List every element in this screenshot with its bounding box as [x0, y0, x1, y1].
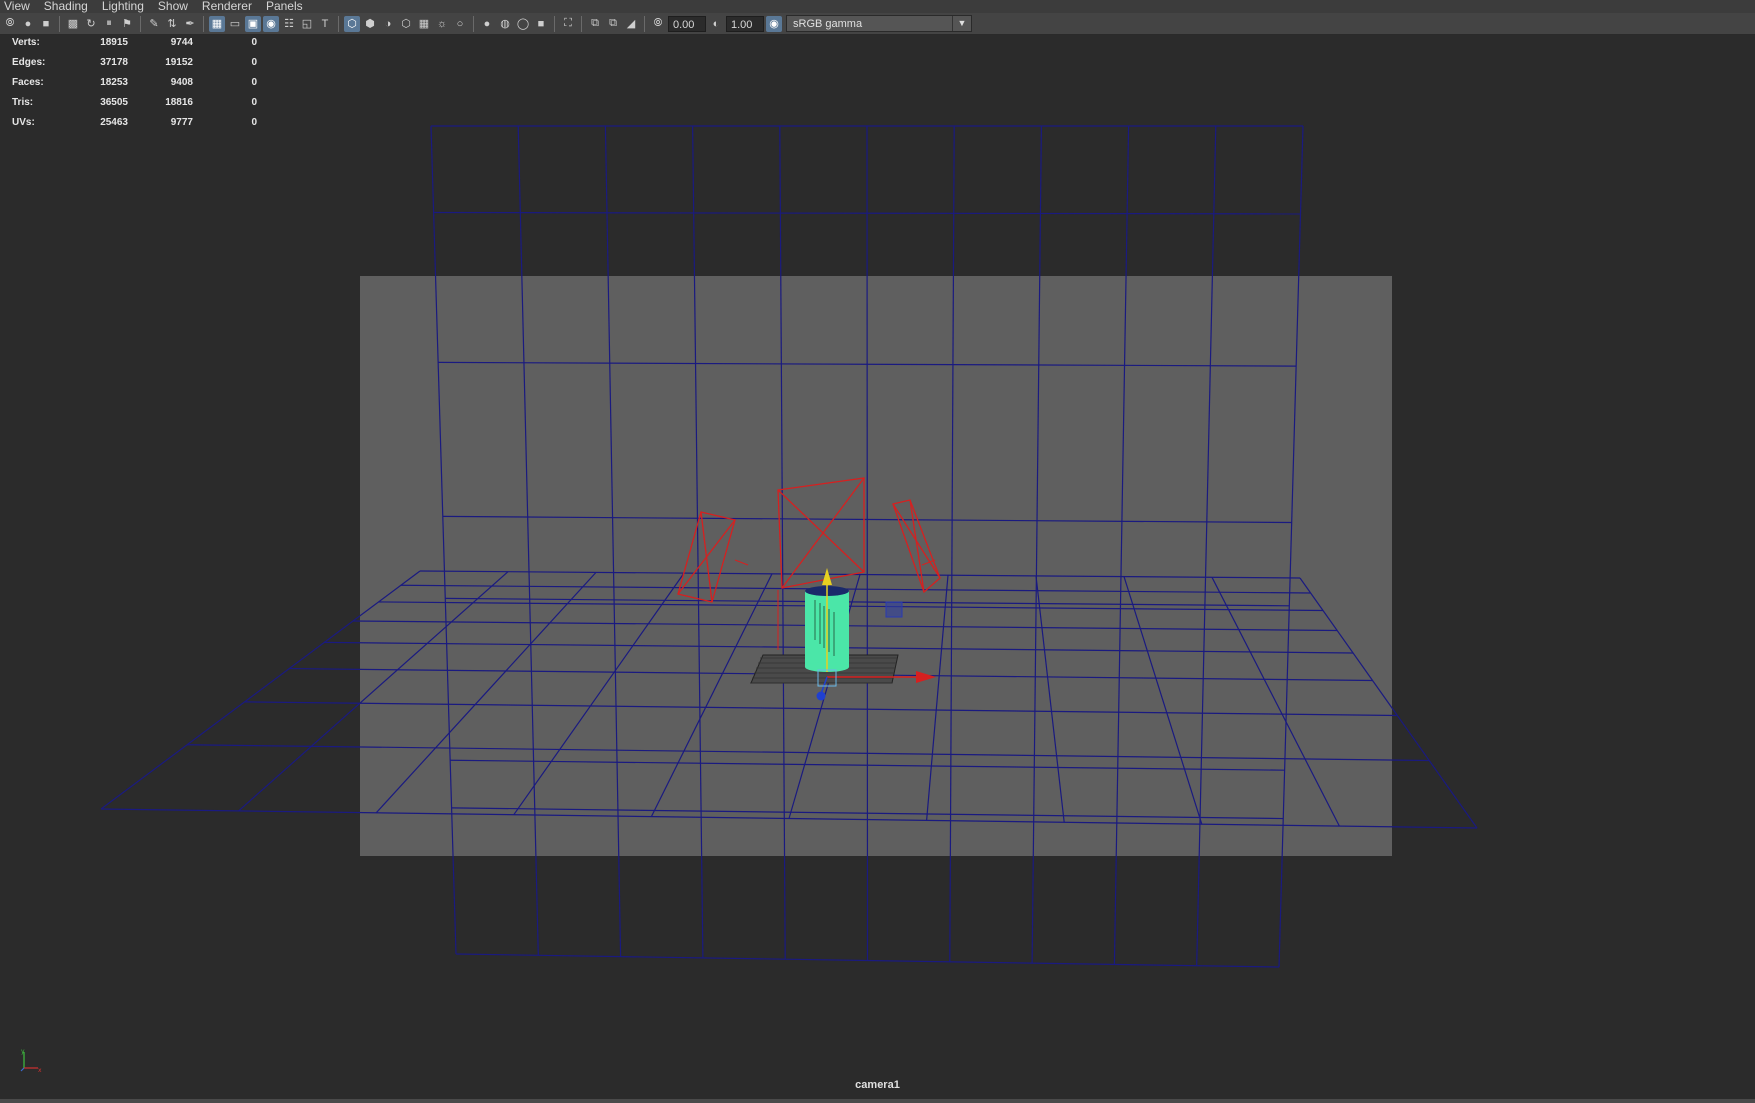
hud-label: Tris:	[12, 97, 34, 108]
svg-text:x: x	[38, 1067, 42, 1074]
locator-square	[885, 601, 903, 618]
wire-edge	[1278, 125, 1304, 968]
hud-row-tris: Tris: 36505 18816 0	[12, 96, 257, 116]
svg-text:y: y	[21, 1048, 25, 1055]
area-light-right	[892, 499, 941, 594]
manipulator-y-arrow	[822, 568, 832, 585]
wire-edge	[1031, 125, 1042, 964]
hud-value: 18816	[165, 97, 193, 108]
wire-edge	[430, 125, 457, 955]
hud-value: 37178	[100, 57, 128, 68]
manipulator-x-arrow	[916, 671, 936, 683]
hud-value: 9744	[170, 37, 193, 48]
hud-value: 0	[251, 117, 257, 128]
hud-label: UVs:	[12, 117, 35, 128]
wire-edge	[513, 572, 685, 816]
hud-value: 9408	[170, 77, 193, 88]
light-diagonal	[777, 489, 865, 573]
hud-label: Faces:	[12, 77, 44, 88]
hud-row-edges: Edges: 37178 19152 0	[12, 56, 257, 76]
hud-row-uvs: UVs: 25463 9777 0	[12, 116, 257, 136]
hud-value: 0	[251, 97, 257, 108]
hud-value: 18915	[100, 37, 128, 48]
wire-edge	[1113, 125, 1130, 965]
poly-count-hud: Verts: 18915 9744 0 Edges: 37178 19152 0…	[12, 36, 257, 136]
hud-value: 0	[251, 57, 257, 68]
wire-edge	[1123, 576, 1203, 825]
scene-wireframe	[100, 125, 1478, 968]
manipulator-z-handle	[816, 691, 826, 701]
viewport-bottom-border	[0, 1099, 1755, 1103]
wire-edge	[866, 125, 869, 961]
wire-edge	[1196, 125, 1217, 966]
wire-edge	[650, 573, 773, 817]
light-direction	[734, 559, 749, 566]
hud-value: 36505	[100, 97, 128, 108]
backdrop-wireframe	[430, 125, 1304, 968]
hud-value: 0	[251, 77, 257, 88]
wire-edge	[1035, 575, 1065, 823]
hud-value: 9777	[170, 117, 193, 128]
view-axis-indicator-icon: x y	[20, 1048, 42, 1074]
wire-edge	[100, 570, 421, 810]
wire-edge	[238, 571, 509, 812]
hud-value: 25463	[100, 117, 128, 128]
wire-edge	[949, 125, 955, 962]
light-diagonal	[909, 499, 925, 593]
wire-edge	[692, 125, 704, 958]
hud-row-verts: Verts: 18915 9744 0	[12, 36, 257, 56]
wire-edge	[517, 125, 539, 956]
light-diagonal	[677, 519, 736, 595]
camera-name-label: camera1	[855, 1079, 900, 1091]
wire-edge	[1299, 577, 1478, 829]
hud-value: 0	[251, 37, 257, 48]
wire-edge	[375, 571, 597, 814]
wire-edge	[926, 575, 949, 821]
wire-edge	[1211, 577, 1340, 827]
hud-row-faces: Faces: 18253 9408 0	[12, 76, 257, 96]
light-diagonal	[781, 477, 865, 589]
hud-value: 18253	[100, 77, 128, 88]
floor-wireframe	[100, 570, 1478, 829]
area-light-key	[777, 477, 865, 589]
hud-label: Verts:	[12, 37, 40, 48]
hud-value: 19152	[165, 57, 193, 68]
wire-edge	[604, 125, 622, 957]
hud-label: Edges:	[12, 57, 46, 68]
